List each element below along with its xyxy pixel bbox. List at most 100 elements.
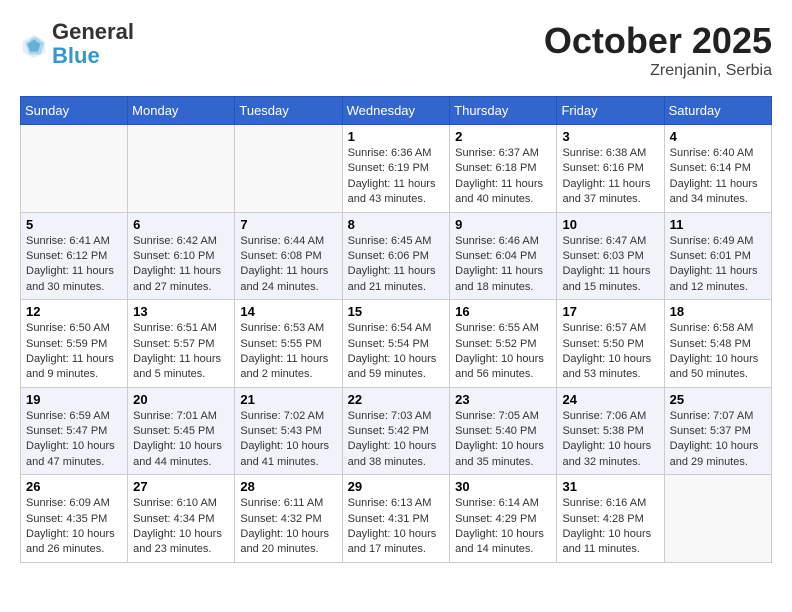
logo-icon	[20, 32, 48, 60]
calendar-day-cell	[128, 125, 235, 213]
day-number: 19	[26, 392, 122, 407]
day-info: Sunrise: 6:58 AM Sunset: 5:48 PM Dayligh…	[670, 321, 766, 383]
calendar-day-cell: 12 Sunrise: 6:50 AM Sunset: 5:59 PM Dayli…	[21, 300, 128, 388]
day-number: 9	[455, 217, 551, 232]
calendar-header-row: SundayMondayTuesdayWednesdayThursdayFrid…	[21, 97, 772, 125]
day-number: 23	[455, 392, 551, 407]
title-block: October 2025 Zrenjanin, Serbia	[544, 20, 772, 80]
calendar-day-cell: 28Sunrise: 6:11 AM Sunset: 4:32 PM Dayli…	[235, 475, 342, 563]
calendar-day-cell: 5 Sunrise: 6:41 AM Sunset: 6:12 PM Daylig…	[21, 212, 128, 300]
calendar-day-cell: 8Sunrise: 6:45 AM Sunset: 6:06 PM Daylig…	[342, 212, 450, 300]
calendar-day-cell: 21Sunrise: 7:02 AM Sunset: 5:43 PM Dayli…	[235, 387, 342, 475]
calendar-day-cell: 13Sunrise: 6:51 AM Sunset: 5:57 PM Dayli…	[128, 300, 235, 388]
calendar-day-cell: 29 Sunrise: 6:13 AM Sunset: 4:31 PM Dayli…	[342, 475, 450, 563]
calendar-day-cell: 27 Sunrise: 6:10 AM Sunset: 4:34 PM Dayli…	[128, 475, 235, 563]
calendar-week-row: 26 Sunrise: 6:09 AM Sunset: 4:35 PM Dayli…	[21, 475, 772, 563]
day-number: 20	[133, 392, 229, 407]
logo-text: General Blue	[52, 20, 134, 68]
day-number: 1	[348, 129, 445, 144]
day-info: Sunrise: 6:44 AM Sunset: 6:08 PM Dayligh…	[240, 234, 336, 296]
calendar-day-cell: 22Sunrise: 7:03 AM Sunset: 5:42 PM Dayli…	[342, 387, 450, 475]
calendar-day-cell: 19 Sunrise: 6:59 AM Sunset: 5:47 PM Dayli…	[21, 387, 128, 475]
weekday-header: Monday	[128, 97, 235, 125]
day-number: 26	[26, 479, 122, 494]
weekday-header: Friday	[557, 97, 664, 125]
day-number: 3	[562, 129, 658, 144]
day-number: 5	[26, 217, 122, 232]
day-info: Sunrise: 6:47 AM Sunset: 6:03 PM Dayligh…	[562, 234, 658, 296]
day-info: Sunrise: 7:06 AM Sunset: 5:38 PM Dayligh…	[562, 409, 658, 471]
calendar-day-cell: 2 Sunrise: 6:37 AM Sunset: 6:18 PM Daylig…	[450, 125, 557, 213]
day-number: 12	[26, 304, 122, 319]
day-number: 17	[562, 304, 658, 319]
day-info: Sunrise: 6:59 AM Sunset: 5:47 PM Dayligh…	[26, 409, 122, 471]
day-info: Sunrise: 6:45 AM Sunset: 6:06 PM Dayligh…	[348, 234, 445, 296]
weekday-header: Sunday	[21, 97, 128, 125]
day-number: 31	[562, 479, 658, 494]
calendar-day-cell: 7 Sunrise: 6:44 AM Sunset: 6:08 PM Daylig…	[235, 212, 342, 300]
day-info: Sunrise: 6:42 AM Sunset: 6:10 PM Dayligh…	[133, 234, 229, 296]
day-number: 22	[348, 392, 445, 407]
calendar-day-cell: 3 Sunrise: 6:38 AM Sunset: 6:16 PM Daylig…	[557, 125, 664, 213]
day-number: 2	[455, 129, 551, 144]
weekday-header: Tuesday	[235, 97, 342, 125]
month-title: October 2025	[544, 20, 772, 62]
day-info: Sunrise: 6:54 AM Sunset: 5:54 PM Dayligh…	[348, 321, 445, 383]
day-info: Sunrise: 7:07 AM Sunset: 5:37 PM Dayligh…	[670, 409, 766, 471]
day-info: Sunrise: 6:50 AM Sunset: 5:59 PM Dayligh…	[26, 321, 122, 383]
day-info: Sunrise: 6:37 AM Sunset: 6:18 PM Dayligh…	[455, 146, 551, 208]
calendar-day-cell: 16Sunrise: 6:55 AM Sunset: 5:52 PM Dayli…	[450, 300, 557, 388]
day-number: 15	[348, 304, 445, 319]
day-number: 18	[670, 304, 766, 319]
calendar-day-cell: 26 Sunrise: 6:09 AM Sunset: 4:35 PM Dayli…	[21, 475, 128, 563]
day-number: 4	[670, 129, 766, 144]
calendar-day-cell: 18 Sunrise: 6:58 AM Sunset: 5:48 PM Dayli…	[664, 300, 771, 388]
calendar-week-row: 5 Sunrise: 6:41 AM Sunset: 6:12 PM Daylig…	[21, 212, 772, 300]
day-number: 16	[455, 304, 551, 319]
logo-general: General	[52, 20, 134, 44]
day-info: Sunrise: 6:51 AM Sunset: 5:57 PM Dayligh…	[133, 321, 229, 383]
day-number: 27	[133, 479, 229, 494]
day-number: 10	[562, 217, 658, 232]
day-number: 30	[455, 479, 551, 494]
logo: General Blue	[20, 20, 134, 68]
day-info: Sunrise: 7:02 AM Sunset: 5:43 PM Dayligh…	[240, 409, 336, 471]
day-info: Sunrise: 6:49 AM Sunset: 6:01 PM Dayligh…	[670, 234, 766, 296]
calendar-day-cell	[235, 125, 342, 213]
day-info: Sunrise: 6:11 AM Sunset: 4:32 PM Dayligh…	[240, 496, 336, 558]
day-number: 7	[240, 217, 336, 232]
calendar-week-row: 1 Sunrise: 6:36 AM Sunset: 6:19 PM Daylig…	[21, 125, 772, 213]
calendar-day-cell	[664, 475, 771, 563]
calendar-day-cell	[21, 125, 128, 213]
day-info: Sunrise: 6:10 AM Sunset: 4:34 PM Dayligh…	[133, 496, 229, 558]
calendar-day-cell: 23Sunrise: 7:05 AM Sunset: 5:40 PM Dayli…	[450, 387, 557, 475]
calendar-day-cell: 24 Sunrise: 7:06 AM Sunset: 5:38 PM Dayli…	[557, 387, 664, 475]
day-number: 11	[670, 217, 766, 232]
calendar-week-row: 19 Sunrise: 6:59 AM Sunset: 5:47 PM Dayli…	[21, 387, 772, 475]
calendar-day-cell: 9Sunrise: 6:46 AM Sunset: 6:04 PM Daylig…	[450, 212, 557, 300]
day-number: 14	[240, 304, 336, 319]
day-info: Sunrise: 6:38 AM Sunset: 6:16 PM Dayligh…	[562, 146, 658, 208]
day-number: 24	[562, 392, 658, 407]
day-info: Sunrise: 6:14 AM Sunset: 4:29 PM Dayligh…	[455, 496, 551, 558]
day-info: Sunrise: 6:53 AM Sunset: 5:55 PM Dayligh…	[240, 321, 336, 383]
day-info: Sunrise: 7:01 AM Sunset: 5:45 PM Dayligh…	[133, 409, 229, 471]
calendar-day-cell: 1 Sunrise: 6:36 AM Sunset: 6:19 PM Daylig…	[342, 125, 450, 213]
calendar-day-cell: 6 Sunrise: 6:42 AM Sunset: 6:10 PM Daylig…	[128, 212, 235, 300]
day-info: Sunrise: 6:36 AM Sunset: 6:19 PM Dayligh…	[348, 146, 445, 208]
day-number: 6	[133, 217, 229, 232]
calendar-day-cell: 14 Sunrise: 6:53 AM Sunset: 5:55 PM Dayli…	[235, 300, 342, 388]
calendar-day-cell: 31Sunrise: 6:16 AM Sunset: 4:28 PM Dayli…	[557, 475, 664, 563]
day-info: Sunrise: 6:41 AM Sunset: 6:12 PM Dayligh…	[26, 234, 122, 296]
calendar-day-cell: 25 Sunrise: 7:07 AM Sunset: 5:37 PM Dayli…	[664, 387, 771, 475]
calendar-day-cell: 15 Sunrise: 6:54 AM Sunset: 5:54 PM Dayli…	[342, 300, 450, 388]
day-info: Sunrise: 6:40 AM Sunset: 6:14 PM Dayligh…	[670, 146, 766, 208]
day-number: 25	[670, 392, 766, 407]
weekday-header: Wednesday	[342, 97, 450, 125]
day-number: 29	[348, 479, 445, 494]
day-info: Sunrise: 6:09 AM Sunset: 4:35 PM Dayligh…	[26, 496, 122, 558]
location: Zrenjanin, Serbia	[544, 62, 772, 80]
day-info: Sunrise: 6:57 AM Sunset: 5:50 PM Dayligh…	[562, 321, 658, 383]
logo-blue: Blue	[52, 44, 134, 68]
day-info: Sunrise: 6:13 AM Sunset: 4:31 PM Dayligh…	[348, 496, 445, 558]
